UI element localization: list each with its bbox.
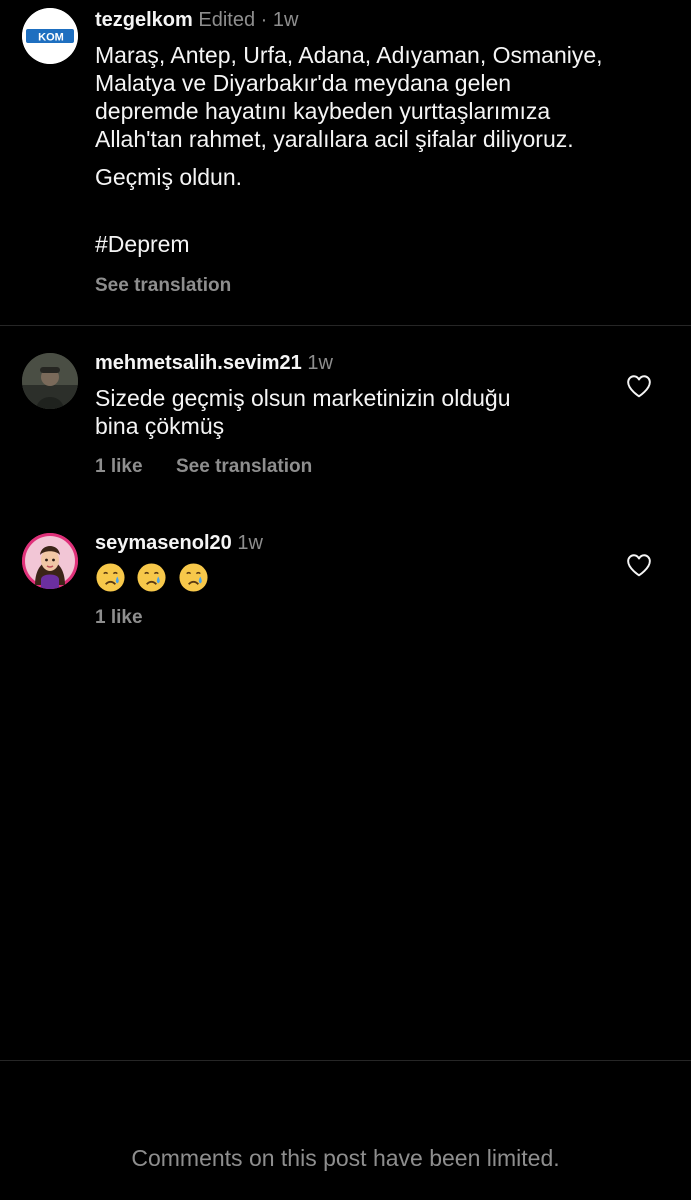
commenter-avatar[interactable] bbox=[22, 353, 78, 409]
crying-face-icon bbox=[96, 563, 125, 592]
tezgelkom-logo-icon: KOM bbox=[22, 8, 78, 64]
post-see-translation[interactable]: See translation bbox=[95, 275, 231, 297]
post-author-username-row: tezgelkom Edited · 1w bbox=[95, 9, 298, 32]
profile-photo-icon bbox=[22, 353, 78, 409]
comment-timestamp: 1w bbox=[237, 532, 263, 554]
crying-face-icon bbox=[137, 563, 166, 592]
hashtag-link[interactable]: #Deprem bbox=[95, 230, 675, 258]
post-timestamp[interactable]: 1w bbox=[273, 9, 299, 31]
caption-line: Geçmiş oldun. bbox=[95, 164, 243, 190]
footer-divider bbox=[0, 1060, 691, 1061]
comment-username-row: seymasenol20 1w bbox=[95, 532, 263, 555]
comments-limited-notice: Comments on this post have been limited. bbox=[131, 1145, 560, 1171]
caption-line: depremde hayatını kaybeden yurttaşlarımı… bbox=[95, 98, 551, 124]
comment-text: Sizede geçmiş olsun marketinizin olduğu … bbox=[95, 384, 595, 440]
divider bbox=[0, 325, 691, 326]
comment-like-count[interactable]: 1 like bbox=[95, 607, 143, 629]
comment-emoji-row bbox=[95, 562, 215, 593]
comment-username[interactable]: seymasenol20 bbox=[95, 532, 232, 554]
post-edited-label: Edited bbox=[198, 9, 256, 31]
comment-text-line: bina çökmüş bbox=[95, 413, 225, 439]
comment-like-count[interactable]: 1 like bbox=[95, 456, 143, 478]
memoji-avatar-icon bbox=[22, 533, 78, 589]
comment-timestamp: 1w bbox=[307, 352, 333, 374]
crying-face-icon bbox=[179, 563, 208, 592]
heart-icon[interactable] bbox=[626, 553, 652, 577]
meta-separator: · bbox=[260, 9, 268, 31]
post-author-username[interactable]: tezgelkom bbox=[95, 9, 193, 31]
post-caption: Maraş, Antep, Urfa, Adana, Adıyaman, Osm… bbox=[95, 41, 675, 258]
caption-line: Malatya ve Diyarbakır'da meydana gelen bbox=[95, 70, 512, 96]
comment-see-translation[interactable]: See translation bbox=[176, 456, 312, 478]
comment-username[interactable]: mehmetsalih.sevim21 bbox=[95, 352, 302, 374]
comment-username-row: mehmetsalih.sevim21 1w bbox=[95, 352, 333, 375]
svg-text:KOM: KOM bbox=[38, 32, 64, 44]
caption-line: Maraş, Antep, Urfa, Adana, Adıyaman, Osm… bbox=[95, 42, 603, 68]
heart-icon[interactable] bbox=[626, 374, 652, 398]
post-author-avatar[interactable]: KOM bbox=[22, 8, 78, 64]
caption-line: Allah'tan rahmet, yaralılara acil şifala… bbox=[95, 126, 574, 152]
commenter-avatar[interactable] bbox=[22, 533, 78, 589]
comment-text-line: Sizede geçmiş olsun marketinizin olduğu bbox=[95, 385, 511, 411]
